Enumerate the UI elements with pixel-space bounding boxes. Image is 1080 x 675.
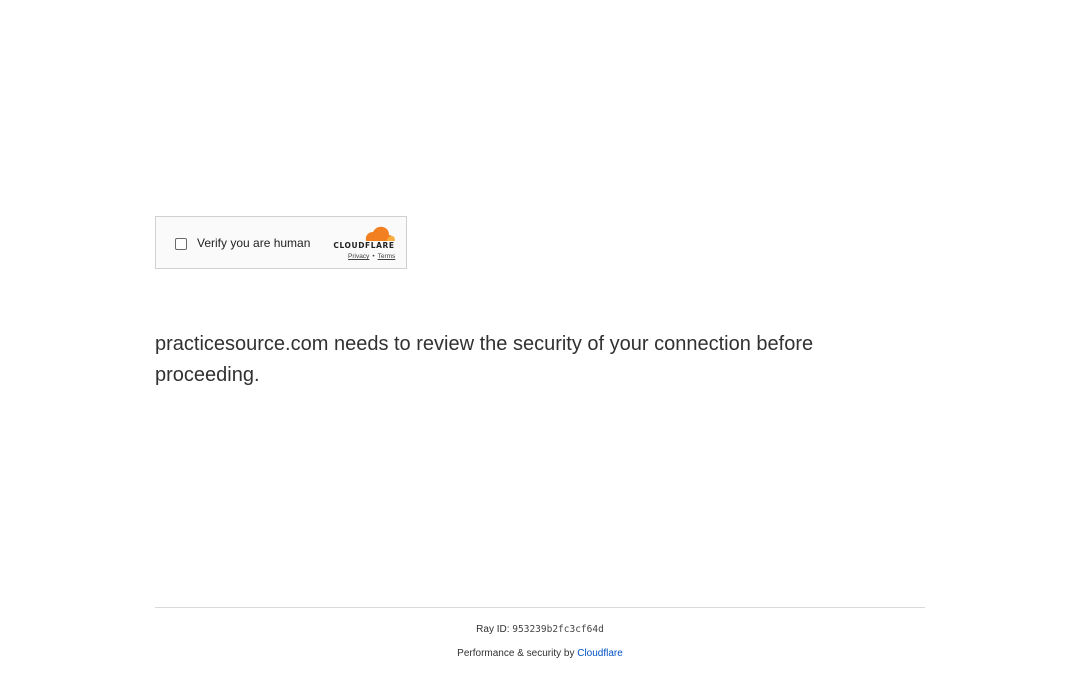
security-message: practicesource.com needs to review the s…	[155, 333, 814, 386]
cloudflare-wordmark: CLOUDFLARE	[333, 241, 395, 250]
verify-checkbox[interactable]	[175, 238, 187, 250]
terms-link[interactable]: Terms	[378, 253, 396, 260]
ray-id-line: Ray ID: 953239b2fc3cf64d	[155, 624, 925, 635]
cloudflare-logo: CLOUDFLARE	[332, 226, 396, 251]
ray-id-label: Ray ID:	[476, 624, 513, 635]
verify-label[interactable]: Verify you are human	[197, 236, 310, 250]
footer-divider	[155, 607, 925, 608]
cloudflare-link[interactable]: Cloudflare	[577, 648, 623, 659]
ray-id-value: 953239b2fc3cf64d	[512, 624, 604, 635]
performance-line: Performance & security by Cloudflare	[155, 648, 925, 659]
challenge-widget: Verify you are human CLOUDFLARE Privacy •…	[155, 216, 407, 269]
widget-links: Privacy • Terms	[348, 253, 395, 260]
cloud-icon	[365, 226, 395, 241]
link-separator: •	[372, 253, 375, 260]
performance-label: Performance & security by	[457, 648, 578, 659]
privacy-link[interactable]: Privacy	[348, 253, 369, 260]
